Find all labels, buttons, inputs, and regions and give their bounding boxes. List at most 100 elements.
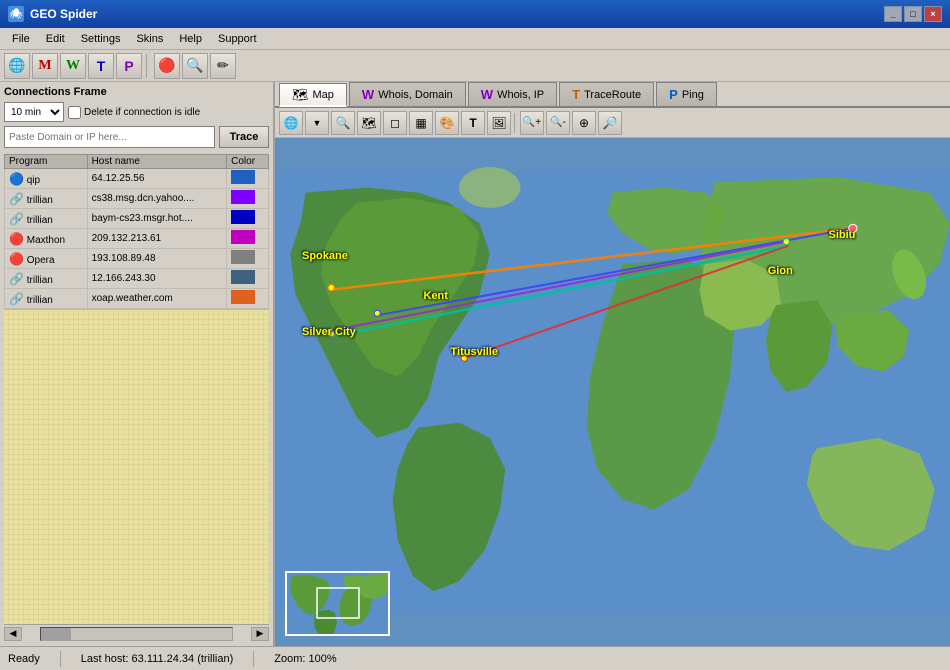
map-area[interactable]: Spokane Kent Silver City Titusville Gion… (275, 138, 950, 646)
tab-ping-label: Ping (682, 89, 704, 101)
program-icon: 🔴 (9, 232, 24, 246)
tool-draw[interactable]: ✏ (210, 53, 236, 79)
cell-program: 🔴 Maxthon (5, 229, 88, 249)
cell-program: 🔗 trillian (5, 209, 88, 229)
table-row[interactable]: 🔴 Opera 193.108.89.48 (5, 249, 269, 269)
tabs-bar: 🗺 Map W Whois, Domain W Whois, IP T Trac… (275, 82, 950, 108)
scroll-right-btn[interactable]: ▶ (251, 627, 269, 641)
cell-program: 🔵 qip (5, 169, 88, 189)
tool-m2[interactable]: W (60, 53, 86, 79)
program-name: qip (27, 175, 40, 186)
cell-hostname: 193.108.89.48 (87, 249, 227, 269)
cell-hostname: 12.166.243.30 (87, 269, 227, 289)
menu-support[interactable]: Support (210, 31, 265, 47)
traceroute-tab-icon: T (572, 87, 580, 102)
window-title: GEO Spider (30, 7, 97, 21)
maptool-zoomin[interactable]: 🔍+ (520, 111, 544, 135)
main-toolbar: 🌐 M W T P 🔴 🔍 ✏ (0, 50, 950, 82)
tab-traceroute-label: TraceRoute (584, 89, 641, 101)
program-icon: 🔗 (9, 292, 24, 306)
idle-time-dropdown[interactable]: 10 min 5 min 30 min (4, 102, 64, 122)
table-row[interactable]: 🔗 trillian 12.166.243.30 (5, 269, 269, 289)
program-name: Opera (27, 255, 55, 266)
tab-whois-ip-label: Whois, IP (497, 89, 544, 101)
close-button[interactable]: × (924, 6, 942, 22)
menu-edit[interactable]: Edit (38, 31, 73, 47)
app-icon: 🕷 (8, 6, 24, 22)
program-name: trillian (27, 195, 53, 206)
right-panel: 🗺 Map W Whois, Domain W Whois, IP T Trac… (275, 82, 950, 646)
menu-settings[interactable]: Settings (73, 31, 129, 47)
table-row[interactable]: 🔗 trillian xoap.weather.com (5, 289, 269, 309)
maptool-text[interactable]: T (461, 111, 485, 135)
maptool-zoomout[interactable]: 🔍- (546, 111, 570, 135)
program-name: trillian (27, 215, 53, 226)
left-scrollbar[interactable]: ◀ ▶ (4, 624, 269, 642)
tool-p[interactable]: P (116, 53, 142, 79)
tab-whois-domain[interactable]: W Whois, Domain (349, 82, 466, 106)
minimize-button[interactable]: _ (884, 6, 902, 22)
scroll-left-btn[interactable]: ◀ (4, 627, 22, 641)
color-swatch (231, 170, 255, 184)
window-controls: _ □ × (884, 6, 942, 22)
delete-idle-checkbox[interactable] (68, 106, 81, 119)
maptool-search[interactable]: 🔎 (598, 111, 622, 135)
tab-ping[interactable]: P Ping (656, 82, 717, 106)
tab-whois-ip[interactable]: W Whois, IP (468, 82, 557, 106)
left-panel: Connections Frame 10 min 5 min 30 min De… (0, 82, 275, 646)
toolbar-separator-1 (146, 54, 150, 78)
status-zoom: Zoom: 100% (274, 653, 336, 665)
menu-help[interactable]: Help (171, 31, 210, 47)
program-icon: 🔗 (9, 212, 24, 226)
tab-map[interactable]: 🗺 Map (279, 83, 347, 107)
tool-find[interactable]: 🔍 (182, 53, 208, 79)
ping-tab-icon: P (669, 87, 678, 102)
trace-button[interactable]: Trace (219, 126, 269, 148)
table-row[interactable]: 🔴 Maxthon 209.132.213.61 (5, 229, 269, 249)
cell-hostname: cs38.msg.dcn.yahoo.... (87, 189, 227, 209)
maptool-fit[interactable]: ⊕ (572, 111, 596, 135)
program-name: Maxthon (27, 235, 65, 246)
tool-t[interactable]: T (88, 53, 114, 79)
maptool-grid[interactable]: ▦ (409, 111, 433, 135)
maptool-map[interactable]: 🗺 (357, 111, 381, 135)
tool-globe[interactable]: 🌐 (4, 53, 30, 79)
menu-skins[interactable]: Skins (128, 31, 171, 47)
hscroll-track[interactable] (40, 627, 233, 641)
maptool-image[interactable]: 🖼 (487, 111, 511, 135)
tool-m1[interactable]: M (32, 53, 58, 79)
program-icon: 🔗 (9, 272, 24, 286)
cell-hostname: 209.132.213.61 (87, 229, 227, 249)
maximize-button[interactable]: □ (904, 6, 922, 22)
minimap (285, 571, 390, 636)
program-icon: 🔵 (9, 172, 24, 186)
maptool-find[interactable]: 🔍 (331, 111, 355, 135)
map-toolbar-sep (514, 113, 517, 133)
col-color: Color (227, 155, 269, 169)
hscroll-thumb (41, 628, 71, 640)
program-name: trillian (27, 275, 53, 286)
program-icon: 🔴 (9, 252, 24, 266)
cell-color (227, 209, 269, 229)
color-swatch (231, 270, 255, 284)
cell-color (227, 189, 269, 209)
cell-program: 🔴 Opera (5, 249, 88, 269)
tool-stop[interactable]: 🔴 (154, 53, 180, 79)
domain-input[interactable] (4, 126, 215, 148)
status-sep-1 (60, 651, 61, 667)
minimap-svg (287, 573, 390, 636)
maptool-dropdown[interactable]: ▼ (305, 111, 329, 135)
maptool-globe[interactable]: 🌐 (279, 111, 303, 135)
world-map-svg (275, 138, 950, 646)
tab-traceroute[interactable]: T TraceRoute (559, 82, 654, 106)
tab-map-label: Map (313, 89, 334, 101)
maptool-color[interactable]: 🎨 (435, 111, 459, 135)
table-row[interactable]: 🔵 qip 64.12.25.56 (5, 169, 269, 189)
table-row[interactable]: 🔗 trillian cs38.msg.dcn.yahoo.... (5, 189, 269, 209)
program-name: trillian (27, 295, 53, 306)
color-swatch (231, 250, 255, 264)
maptool-rect[interactable]: ◻ (383, 111, 407, 135)
table-row[interactable]: 🔗 trillian baym-cs23.msgr.hot.... (5, 209, 269, 229)
menu-file[interactable]: File (4, 31, 38, 47)
connections-table: Program Host name Color 🔵 qip 64.12.25.5… (4, 154, 269, 309)
